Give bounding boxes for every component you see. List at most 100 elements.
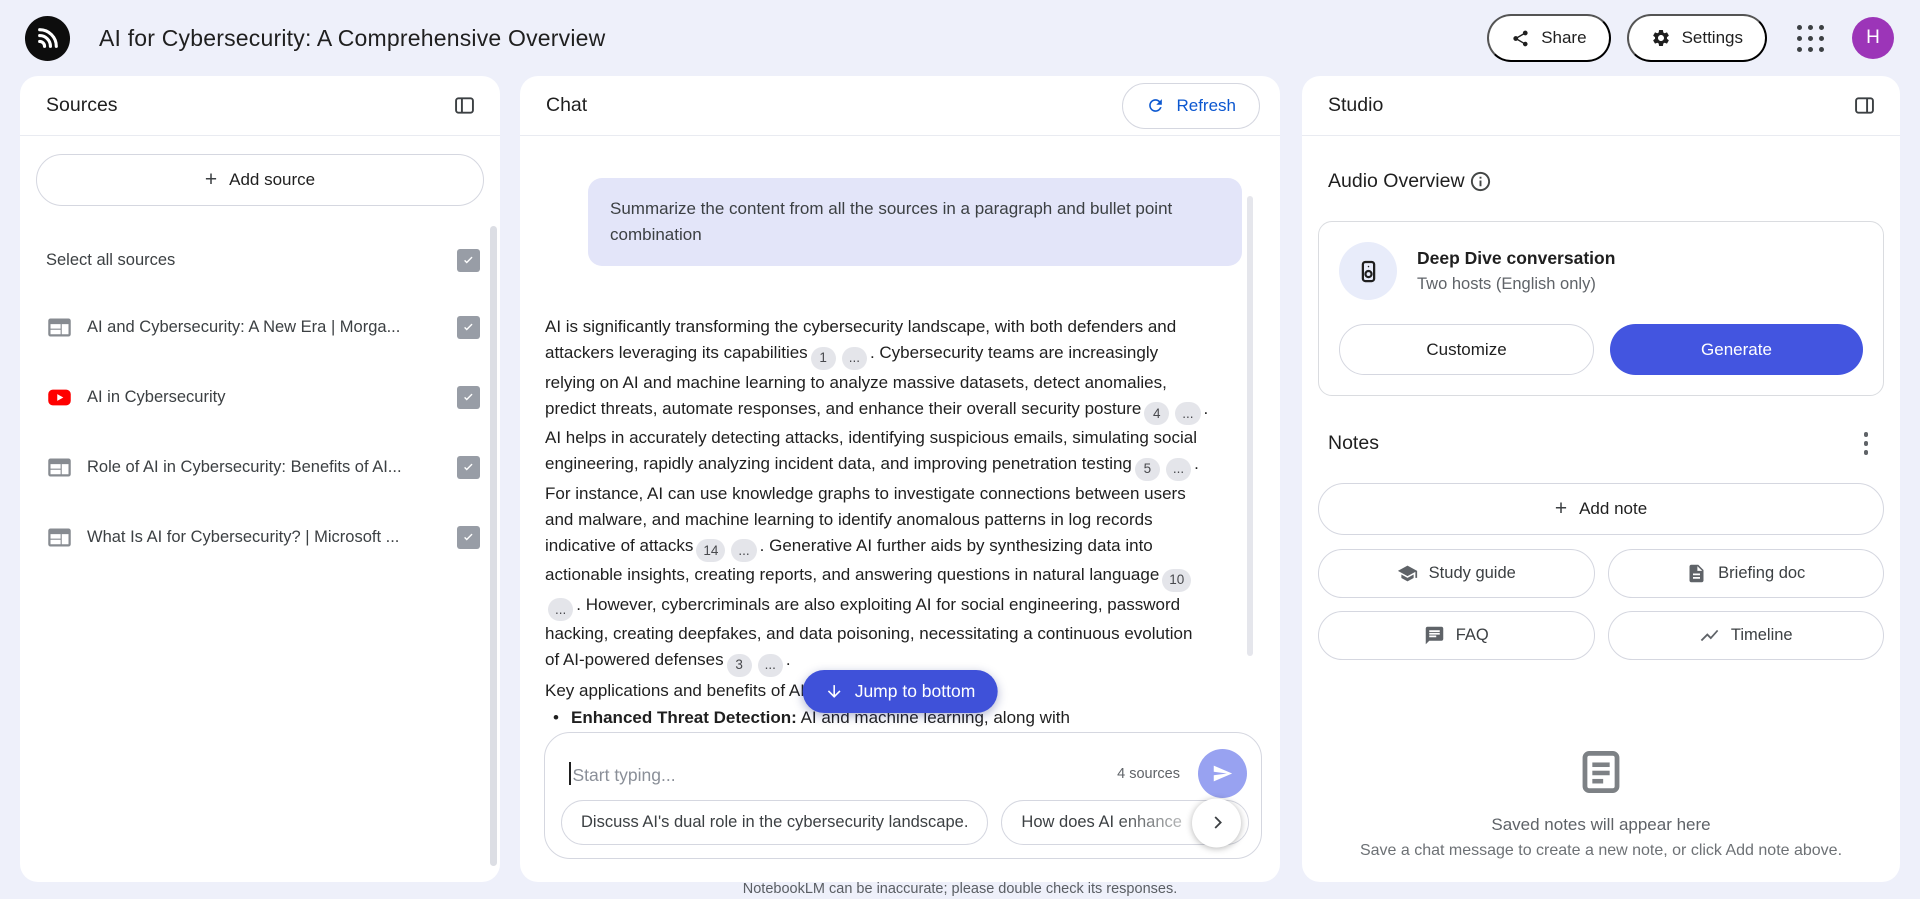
faq-icon bbox=[1424, 625, 1445, 646]
citation-more-chip[interactable]: ... bbox=[1175, 402, 1200, 425]
share-button[interactable]: Share bbox=[1487, 14, 1610, 62]
arrow-down-icon bbox=[825, 682, 844, 701]
collapse-sources-panel-button[interactable] bbox=[449, 90, 480, 121]
deep-dive-info: Deep Dive conversation Two hosts (Englis… bbox=[1339, 242, 1863, 300]
panel-collapse-icon bbox=[1853, 94, 1876, 117]
deep-dive-title: Deep Dive conversation bbox=[1417, 248, 1615, 269]
add-note-button[interactable]: + Add note bbox=[1318, 483, 1884, 535]
study-guide-icon bbox=[1397, 563, 1418, 584]
plus-icon: + bbox=[1555, 497, 1567, 521]
sources-panel-header: Sources bbox=[20, 76, 500, 136]
source-title: AI and Cybersecurity: A New Era | Morga.… bbox=[87, 318, 443, 337]
citation-more-chip[interactable]: ... bbox=[731, 539, 756, 562]
source-row[interactable]: AI and Cybersecurity: A New Era | Morga.… bbox=[20, 292, 500, 362]
audio-overview-info-button[interactable] bbox=[1465, 166, 1496, 197]
settings-button[interactable]: Settings bbox=[1627, 14, 1767, 62]
avatar[interactable]: H bbox=[1852, 17, 1894, 59]
check-icon bbox=[460, 459, 477, 476]
source-row[interactable]: Role of AI in Cybersecurity: Benefits of… bbox=[20, 432, 500, 502]
saved-notes-empty-state: Saved notes will appear here Save a chat… bbox=[1302, 746, 1900, 860]
citation-chip[interactable]: 4 bbox=[1144, 402, 1169, 425]
source-row[interactable]: AI in Cybersecurity bbox=[20, 362, 500, 432]
deep-dive-card: Deep Dive conversation Two hosts (Englis… bbox=[1318, 221, 1884, 396]
generate-button[interactable]: Generate bbox=[1610, 324, 1863, 375]
citation-more-chip[interactable]: ... bbox=[842, 347, 867, 370]
briefing-doc-button[interactable]: Briefing doc bbox=[1608, 549, 1885, 598]
timeline-label: Timeline bbox=[1731, 626, 1793, 645]
audio-overview-row: Audio Overview bbox=[1328, 166, 1876, 197]
send-button[interactable] bbox=[1198, 749, 1247, 798]
jump-to-bottom-label: Jump to bottom bbox=[855, 681, 976, 702]
chat-input-box: Start typing... 4 sources Discuss AI's d… bbox=[544, 732, 1262, 859]
source-row[interactable]: What Is AI for Cybersecurity? | Microsof… bbox=[20, 502, 500, 572]
briefing-doc-icon bbox=[1686, 563, 1707, 584]
chevron-right-icon bbox=[1206, 812, 1228, 834]
bullet-dot: • bbox=[553, 705, 559, 731]
text-caret bbox=[569, 762, 571, 785]
jump-to-bottom-button[interactable]: Jump to bottom bbox=[803, 670, 998, 713]
empty-state-line2: Save a chat message to create a new note… bbox=[1302, 842, 1900, 860]
timeline-icon bbox=[1699, 625, 1720, 646]
chat-scrollbar[interactable] bbox=[1247, 196, 1253, 656]
customize-button[interactable]: Customize bbox=[1339, 324, 1594, 375]
faq-button[interactable]: FAQ bbox=[1318, 611, 1595, 660]
citation-more-chip[interactable]: ... bbox=[1166, 458, 1191, 481]
notebooklm-app: AI for Cybersecurity: A Comprehensive Ov… bbox=[0, 0, 1920, 899]
suggestion-chip[interactable]: Discuss AI's dual role in the cybersecur… bbox=[561, 800, 988, 845]
source-title: AI in Cybersecurity bbox=[87, 388, 443, 407]
source-checkbox[interactable] bbox=[457, 316, 480, 339]
audio-avatar bbox=[1339, 242, 1397, 300]
add-note-label: Add note bbox=[1579, 499, 1647, 519]
citation-chip[interactable]: 14 bbox=[696, 539, 725, 562]
source-title: Role of AI in Cybersecurity: Benefits of… bbox=[87, 458, 443, 477]
response-text: . However, cybercriminals are also explo… bbox=[545, 595, 1192, 670]
source-checkbox[interactable] bbox=[457, 456, 480, 479]
citation-chip[interactable]: 1 bbox=[811, 347, 836, 370]
studio-panel: Studio Audio Overview bbox=[1302, 76, 1900, 882]
chat-panel-title: Chat bbox=[546, 94, 587, 117]
web-source-icon bbox=[46, 314, 73, 341]
sources-scrollbar[interactable] bbox=[490, 226, 497, 866]
web-source-icon bbox=[46, 454, 73, 481]
notes-menu-button[interactable] bbox=[1856, 428, 1877, 459]
speaker-icon bbox=[1355, 258, 1382, 285]
source-checkbox[interactable] bbox=[457, 526, 480, 549]
faq-label: FAQ bbox=[1456, 626, 1489, 645]
check-icon bbox=[460, 529, 477, 546]
refresh-button[interactable]: Refresh bbox=[1122, 83, 1260, 129]
notebook-title[interactable]: AI for Cybersecurity: A Comprehensive Ov… bbox=[99, 25, 605, 52]
select-all-checkbox[interactable] bbox=[457, 249, 480, 272]
citation-more-chip[interactable]: ... bbox=[548, 598, 573, 621]
saved-notes-icon bbox=[1575, 746, 1627, 798]
citation-chip[interactable]: 10 bbox=[1162, 569, 1191, 592]
response-paragraph: AI is significantly transforming the cyb… bbox=[545, 314, 1209, 677]
gear-icon bbox=[1651, 28, 1671, 48]
next-suggestions-button[interactable] bbox=[1192, 798, 1241, 847]
timeline-button[interactable]: Timeline bbox=[1608, 611, 1885, 660]
user-prompt-bubble: Summarize the content from all the sourc… bbox=[588, 178, 1242, 266]
refresh-label: Refresh bbox=[1176, 96, 1236, 116]
deep-dive-buttons: Customize Generate bbox=[1339, 324, 1863, 375]
top-header: AI for Cybersecurity: A Comprehensive Ov… bbox=[0, 0, 1920, 76]
studio-panel-title: Studio bbox=[1328, 94, 1383, 117]
share-label: Share bbox=[1541, 28, 1586, 48]
deep-dive-subtitle: Two hosts (English only) bbox=[1417, 275, 1615, 294]
check-icon bbox=[460, 389, 477, 406]
add-source-button[interactable]: + Add source bbox=[36, 154, 484, 206]
source-checkbox[interactable] bbox=[457, 386, 480, 409]
bullet-bold-text: Enhanced Threat Detection: bbox=[571, 708, 797, 727]
chat-input[interactable]: Start typing... bbox=[569, 762, 1117, 786]
sources-panel-title: Sources bbox=[46, 94, 118, 117]
study-guide-button[interactable]: Study guide bbox=[1318, 549, 1595, 598]
note-actions-grid: Study guide Briefing doc FAQ Timeline bbox=[1318, 549, 1884, 660]
collapse-studio-panel-button[interactable] bbox=[1849, 90, 1880, 121]
citation-chip[interactable]: 5 bbox=[1135, 458, 1160, 481]
chat-panel: Chat Refresh Summarize the content from … bbox=[520, 76, 1280, 882]
study-guide-label: Study guide bbox=[1429, 564, 1516, 583]
citation-chip[interactable]: 3 bbox=[727, 654, 752, 677]
empty-state-line1: Saved notes will appear here bbox=[1302, 815, 1900, 835]
refresh-icon bbox=[1146, 96, 1165, 115]
citation-more-chip[interactable]: ... bbox=[758, 654, 783, 677]
google-apps-icon[interactable] bbox=[1797, 25, 1824, 52]
sources-panel: Sources + Add source Select all sources … bbox=[20, 76, 500, 882]
